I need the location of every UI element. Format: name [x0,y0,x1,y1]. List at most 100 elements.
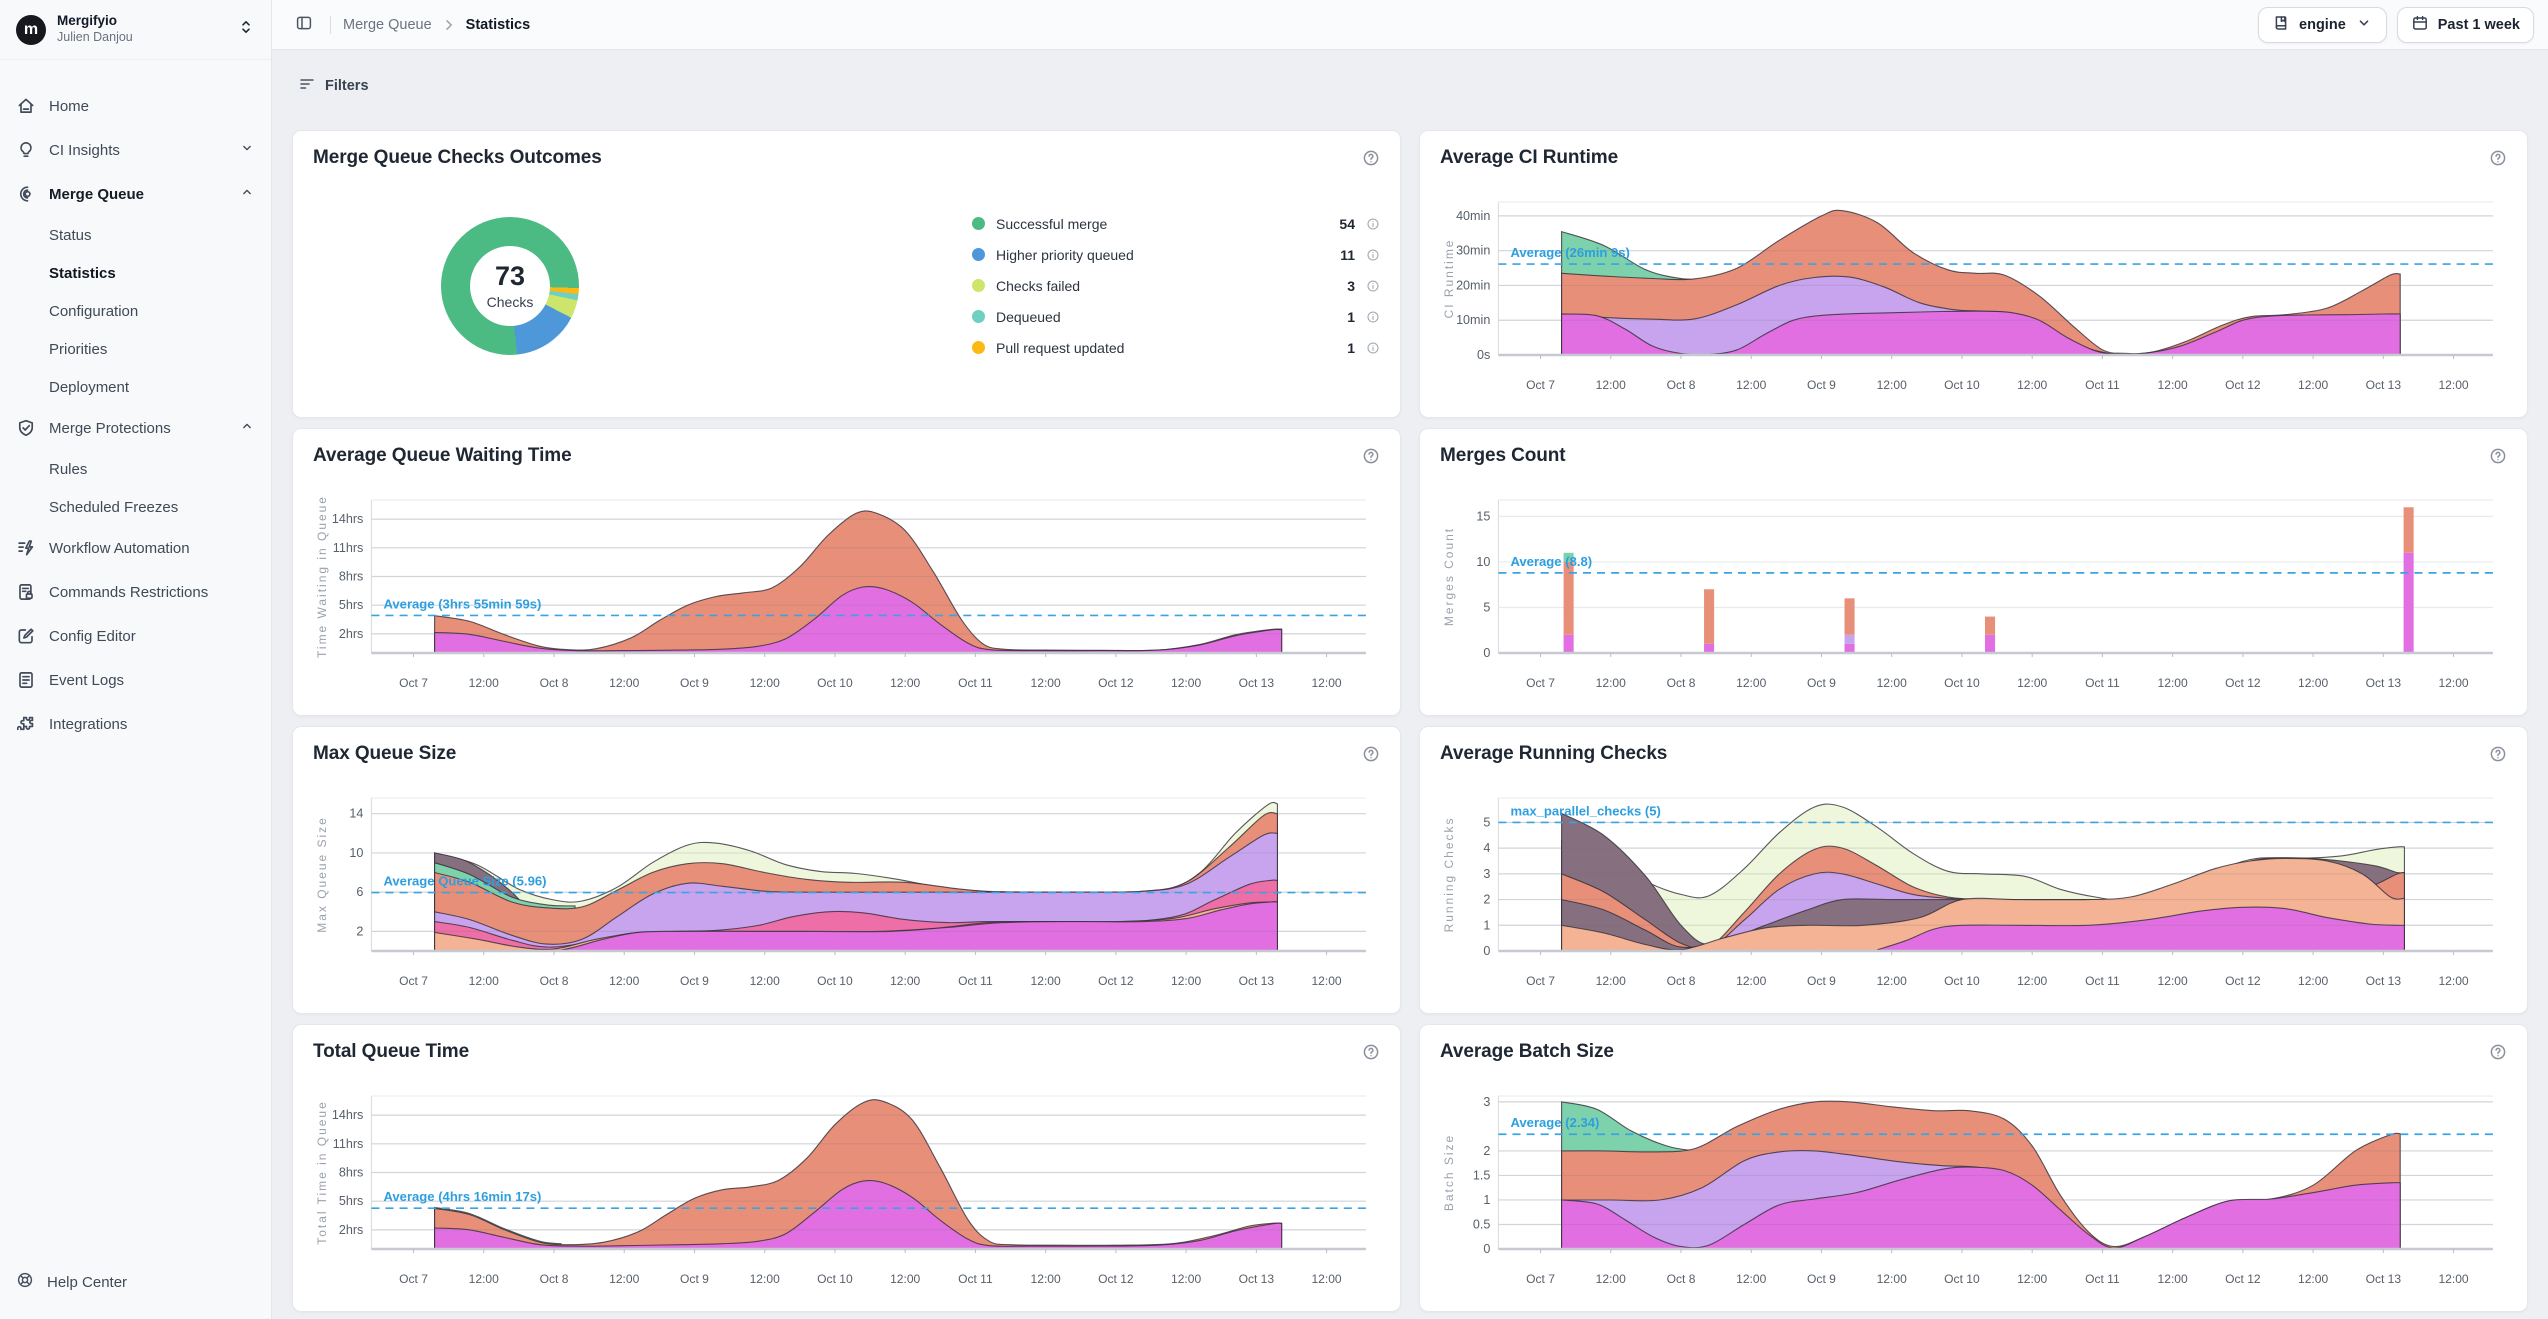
svg-text:Total Time in Queue: Total Time in Queue [315,1100,329,1245]
mergify-logo: m [16,15,46,45]
svg-text:Oct 13: Oct 13 [2366,974,2402,988]
svg-text:12:00: 12:00 [890,974,920,988]
svg-text:12:00: 12:00 [1596,974,1626,988]
filters-label: Filters [325,78,369,94]
svg-text:Oct 9: Oct 9 [1807,676,1836,690]
legend-info-trigger[interactable] [1366,217,1380,231]
book-icon [2272,14,2290,32]
svg-text:10: 10 [349,846,363,860]
panel-header: Total Queue Time [313,1041,1380,1066]
svg-text:12:00: 12:00 [2017,378,2047,392]
panel-help-trigger[interactable] [1362,447,1380,470]
info-circle-icon [1366,310,1380,324]
series-magenta [435,1181,1282,1249]
svg-text:Oct 7: Oct 7 [399,676,428,690]
svg-text:12:00: 12:00 [1877,974,1907,988]
panel-title: Max Queue Size [313,743,456,765]
legend-info-trigger[interactable] [1366,248,1380,262]
info-circle-icon [1366,217,1380,231]
sidebar-item-merge-protections[interactable]: Merge Protections [0,406,271,450]
legend-info-trigger[interactable] [1366,310,1380,324]
sidebar-item-workflow-automation[interactable]: Workflow Automation [0,526,271,570]
svg-text:2hrs: 2hrs [339,1223,363,1237]
sidebar-item-home[interactable]: Home [0,84,271,128]
svg-text:8hrs: 8hrs [339,570,363,584]
sidebar-item-commands-restrictions[interactable]: Commands Restrictions [0,570,271,614]
sidebar-item-label: Rules [49,461,87,478]
svg-text:12:00: 12:00 [2017,1272,2047,1286]
panel-left-icon [295,14,313,32]
sidebar-item-label: Priorities [49,341,107,358]
series-magenta [435,586,1282,652]
bar-segment [2404,553,2414,653]
svg-text:12:00: 12:00 [2298,974,2328,988]
repository-selector[interactable]: engine [2258,7,2387,43]
time-range-button[interactable]: Past 1 week [2397,7,2534,43]
ref-line-label: Average Queue Size (5.96) [383,874,546,889]
panel-help-trigger[interactable] [2489,447,2507,470]
sidebar-item-event-logs[interactable]: Event Logs [0,658,271,702]
legend-label: Checks failed [996,278,1080,294]
time-range-label: Past 1 week [2438,17,2520,33]
sidebar-item-deployment[interactable]: Deployment [0,368,271,406]
panel-title: Average Running Checks [1440,743,1667,765]
legend-dot [972,217,985,230]
sidebar-item-scheduled-freezes[interactable]: Scheduled Freezes [0,488,271,526]
sidebar-item-statistics[interactable]: Statistics [0,254,271,292]
svg-text:Oct 8: Oct 8 [1667,1272,1696,1286]
org-switcher[interactable]: m Mergifyio Julien Danjou [0,0,271,60]
chevron-up-down-icon [237,18,255,41]
ci_runtime-chart: 0s10min20min30min40minOct 712:00Oct 812:… [1440,178,2507,393]
panel-header: Max Queue Size [313,743,1380,768]
donut-total: 73 [495,261,525,292]
org-user: Julien Danjou [57,30,226,46]
panel-help-trigger[interactable] [1362,745,1380,768]
sidebar-item-rules[interactable]: Rules [0,450,271,488]
sidebar-item-status[interactable]: Status [0,216,271,254]
filters-button[interactable]: Filters [292,71,375,101]
bar-segment [1704,589,1714,644]
panel-left-icon [295,14,313,35]
ref-line-label: Average (8.8) [1510,554,1592,569]
svg-text:Oct 12: Oct 12 [2225,378,2261,392]
sidebar-item-merge-queue[interactable]: Merge Queue [0,172,271,216]
question-circle-icon [2489,447,2507,465]
sidebar-item-integrations[interactable]: Integrations [0,702,271,746]
legend-info-trigger[interactable] [1366,341,1380,355]
legend-info-trigger[interactable] [1366,279,1380,293]
sidebar-toggle-button[interactable] [290,11,318,39]
svg-text:12:00: 12:00 [1877,378,1907,392]
question-circle-icon [2489,745,2507,763]
svg-text:Oct 10: Oct 10 [817,1272,853,1286]
breadcrumb-parent-link[interactable]: Merge Queue [343,17,432,33]
panel-help-trigger[interactable] [2489,1043,2507,1066]
calendar-icon [2411,14,2429,32]
panel-help-trigger[interactable] [2489,149,2507,172]
sidebar-item-label: Statistics [49,265,116,282]
svg-text:12:00: 12:00 [2158,1272,2188,1286]
panel-help-trigger[interactable] [1362,1043,1380,1066]
sidebar-item-config-editor[interactable]: Config Editor [0,614,271,658]
svg-text:12:00: 12:00 [2017,974,2047,988]
svg-text:Oct 13: Oct 13 [2366,676,2402,690]
sidebar-item-label: CI Insights [49,142,226,159]
panel-help-trigger[interactable] [1362,149,1380,172]
panel-help-trigger[interactable] [2489,745,2507,768]
svg-text:Oct 9: Oct 9 [1807,974,1836,988]
svg-text:12:00: 12:00 [1031,676,1061,690]
panel-max_queue_size: Max Queue Size261014Oct 712:00Oct 812:00… [292,726,1401,1014]
chevron-up-down-icon [237,18,255,36]
panel-merges_count: Merges Count051015Oct 712:00Oct 812:00Oc… [1419,428,2528,716]
svg-text:Oct 8: Oct 8 [540,676,569,690]
legend-value: 1 [1347,309,1355,325]
sidebar-item-configuration[interactable]: Configuration [0,292,271,330]
sidebar-item-priorities[interactable]: Priorities [0,330,271,368]
sidebar-item-ci-insights[interactable]: CI Insights [0,128,271,172]
svg-text:12:00: 12:00 [1877,676,1907,690]
merge-queue-icon [16,184,36,204]
svg-text:12:00: 12:00 [2298,1272,2328,1286]
help-center-button[interactable]: Help Center [0,1271,271,1319]
svg-text:12:00: 12:00 [750,974,780,988]
sidebar-item-label: Merge Protections [49,420,226,437]
svg-text:Running Checks: Running Checks [1442,817,1456,933]
